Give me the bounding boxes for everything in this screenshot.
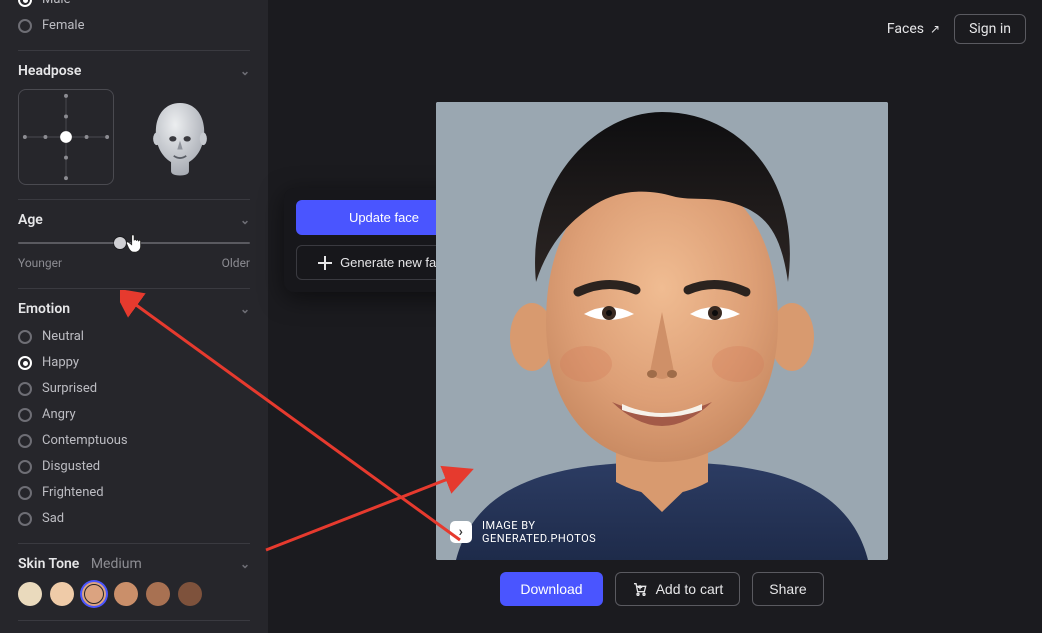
skin-tone-swatch[interactable]: [114, 582, 138, 606]
button-label: Update face: [349, 210, 419, 225]
radio-icon: [18, 408, 32, 422]
gender-option-male[interactable]: Male: [18, 0, 250, 10]
button-label: Add to cart: [656, 581, 724, 597]
radio-label: Sad: [42, 509, 64, 529]
watermark-line2: GENERATED.PHOTOS: [482, 532, 596, 546]
radio-label: Contemptuous: [42, 431, 128, 451]
emotion-option-sad[interactable]: Sad: [18, 509, 250, 529]
age-slider-handle[interactable]: [114, 237, 126, 249]
download-button[interactable]: Download: [500, 572, 602, 606]
headpose-section: Headpose ⌄: [18, 51, 250, 200]
button-label: Download: [520, 581, 582, 597]
age-slider[interactable]: Younger Older: [18, 242, 250, 270]
radio-icon: [18, 512, 32, 526]
chevron-down-icon: ⌄: [240, 302, 250, 316]
emotion-option-happy[interactable]: Happy: [18, 353, 250, 373]
link-label: Faces: [887, 21, 924, 37]
gender-option-female[interactable]: Female: [18, 16, 250, 36]
radio-icon: [18, 486, 32, 500]
section-title: Age: [18, 212, 43, 228]
watermark-logo-icon: ›: [450, 521, 472, 543]
faces-link[interactable]: Faces ↗: [887, 21, 940, 37]
section-header-headpose[interactable]: Headpose ⌄: [18, 63, 250, 79]
sidebar: Male Female Headpose ⌄: [0, 0, 268, 633]
section-header-skin-tone[interactable]: Skin Tone Medium ⌄: [18, 556, 250, 572]
section-title: Skin Tone: [18, 556, 79, 572]
emotion-option-surprised[interactable]: Surprised: [18, 379, 250, 399]
emotion-list: Neutral Happy Surprised Angry Contemptuous Di…: [18, 327, 250, 529]
skin-tone-value: Medium: [91, 556, 142, 572]
radio-label: Disgusted: [42, 457, 100, 477]
section-header-emotion[interactable]: Emotion ⌄: [18, 301, 250, 317]
age-section: Age ⌄ Younger Older: [18, 200, 250, 289]
section-title: Emotion: [18, 301, 70, 317]
skin-tone-section: Skin Tone Medium ⌄: [18, 544, 250, 621]
share-button[interactable]: Share: [752, 572, 823, 606]
topbar: Faces ↗ Sign in: [887, 14, 1026, 44]
skin-tone-swatch[interactable]: [50, 582, 74, 606]
skin-tone-swatch[interactable]: [178, 582, 202, 606]
emotion-section: Emotion ⌄ Neutral Happy Surprised Angry Cont…: [18, 289, 250, 544]
headpose-preview: [132, 89, 228, 185]
radio-label: Surprised: [42, 379, 97, 399]
skin-tone-swatch[interactable]: [18, 582, 42, 606]
button-label: Share: [769, 581, 806, 597]
emotion-option-angry[interactable]: Angry: [18, 405, 250, 425]
radio-icon: [18, 330, 32, 344]
radio-icon: [18, 19, 32, 33]
age-max-label: Older: [222, 256, 250, 270]
emotion-option-disgusted[interactable]: Disgusted: [18, 457, 250, 477]
radio-icon: [18, 434, 32, 448]
emotion-option-neutral[interactable]: Neutral: [18, 327, 250, 347]
skin-tone-swatches: [18, 582, 250, 606]
gender-section: Male Female: [18, 0, 250, 51]
emotion-option-frightened[interactable]: Frightened: [18, 483, 250, 503]
radio-icon: [18, 460, 32, 474]
chevron-down-icon: ⌄: [240, 64, 250, 78]
skin-tone-swatch[interactable]: [82, 582, 106, 606]
watermark-line1: IMAGE BY: [482, 519, 596, 533]
face-preview: › IMAGE BY GENERATED.PHOTOS: [436, 102, 888, 560]
external-link-icon: ↗: [930, 22, 940, 36]
radio-label: Male: [42, 0, 70, 10]
cart-icon: [632, 581, 648, 597]
emotion-option-contemptuous[interactable]: Contemptuous: [18, 431, 250, 451]
radio-label: Happy: [42, 353, 79, 373]
section-title: Headpose: [18, 63, 81, 79]
plus-icon: [318, 256, 332, 270]
skin-tone-swatch[interactable]: [146, 582, 170, 606]
age-min-label: Younger: [18, 256, 62, 270]
face-actions: Download Add to cart Share: [436, 572, 888, 606]
section-header-age[interactable]: Age ⌄: [18, 212, 250, 228]
radio-label: Female: [42, 16, 84, 36]
sign-in-button[interactable]: Sign in: [954, 14, 1026, 44]
headpose-grid[interactable]: [18, 89, 114, 185]
radio-icon: [18, 382, 32, 396]
radio-label: Frightened: [42, 483, 104, 503]
radio-icon: [18, 0, 32, 7]
chevron-down-icon: ⌄: [240, 557, 250, 571]
add-to-cart-button[interactable]: Add to cart: [615, 572, 741, 606]
hair-color-section: Hair Color Black ⌄: [18, 621, 250, 633]
radio-label: Neutral: [42, 327, 84, 347]
button-label: Sign in: [969, 21, 1011, 37]
watermark: › IMAGE BY GENERATED.PHOTOS: [450, 519, 596, 547]
radio-icon: [18, 356, 32, 370]
chevron-down-icon: ⌄: [240, 213, 250, 227]
radio-label: Angry: [42, 405, 76, 425]
button-label: Generate new face: [340, 255, 450, 270]
